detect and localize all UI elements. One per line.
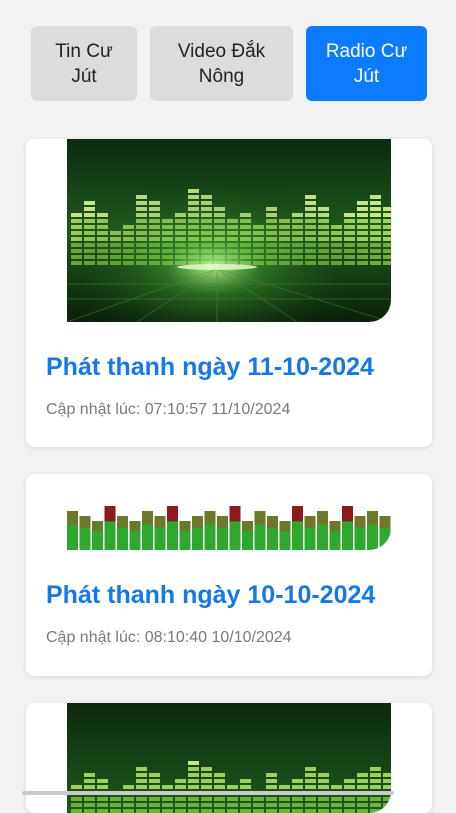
post-updated: Cập nhật lúc: 07:10:57 11/10/2024 [46, 401, 291, 418]
tab-bar: Tin Cư Jút Video Đắk Nông Radio Cư Jút [0, 0, 456, 120]
post-title[interactable]: Phát thanh ngày 10-10-2024 [46, 581, 375, 610]
tab-tin-cu-jut[interactable]: Tin Cư Jút [31, 26, 137, 101]
red-green-equalizer-bars-image [67, 486, 391, 550]
green-equalizer-visualizer-image [67, 703, 391, 813]
post-card[interactable]: Phát thanh ngày 11-10-2024 Cập nhật lúc:… [26, 139, 432, 447]
post-card[interactable] [26, 703, 432, 813]
post-thumbnail[interactable] [67, 139, 391, 322]
post-updated: Cập nhật lúc: 08:10:40 10/10/2024 [46, 629, 292, 646]
post-thumbnail[interactable] [67, 486, 391, 550]
post-title[interactable]: Phát thanh ngày 11-10-2024 [46, 353, 374, 382]
green-equalizer-visualizer-image [67, 139, 391, 322]
post-thumbnail[interactable] [67, 703, 391, 813]
tab-video-dak-nong[interactable]: Video Đắk Nông [150, 26, 293, 101]
tab-radio-cu-jut[interactable]: Radio Cư Jút [306, 26, 427, 101]
horizontal-scrollbar[interactable] [22, 791, 394, 795]
post-card[interactable]: Phát thanh ngày 10-10-2024 Cập nhật lúc:… [26, 474, 432, 676]
